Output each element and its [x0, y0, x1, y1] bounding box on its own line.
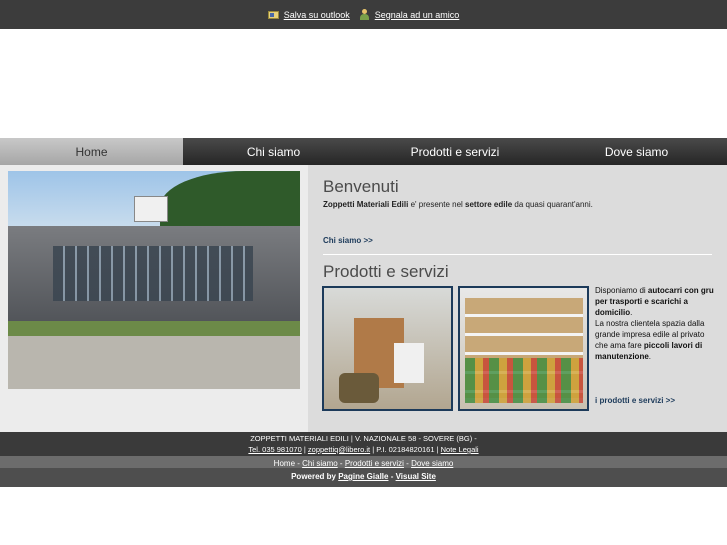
- footer-address: ZOPPETTI MATERIALI EDILI | V. NAZIONALE …: [250, 434, 477, 443]
- info-panel: Benvenuti Zoppetti Materiali Edili e' pr…: [308, 165, 727, 432]
- store-photo: [8, 171, 300, 389]
- welcome-text: Zoppetti Materiali Edili e' presente nel…: [323, 200, 593, 209]
- nav-home[interactable]: Home: [0, 138, 183, 165]
- footer-nav-prod[interactable]: Prodotti e servizi: [345, 459, 404, 468]
- photo-windows: [53, 246, 253, 301]
- friend-icon: [359, 9, 370, 20]
- prodotti-servizi-link[interactable]: i prodotti e servizi >>: [595, 396, 675, 405]
- outlook-icon: [267, 10, 279, 19]
- company-name: Zoppetti Materiali Edili: [323, 200, 409, 209]
- photo-ground: [8, 336, 300, 389]
- photo-products: [465, 358, 583, 403]
- products-p2-end: .: [648, 352, 652, 361]
- footer-legal-link[interactable]: Note Legali: [441, 445, 479, 454]
- products-p1-end: .: [630, 308, 633, 317]
- welcome-heading: Benvenuti: [323, 177, 399, 196]
- nav-chi-siamo[interactable]: Chi siamo: [183, 138, 364, 165]
- footer-tel-link[interactable]: Tel. 035 981070: [248, 445, 301, 454]
- footer-contacts: Tel. 035 981070 | zoppettiq@libero.it | …: [0, 444, 727, 455]
- footer-email-link[interactable]: zoppettiq@libero.it: [308, 445, 370, 454]
- visual-site-link[interactable]: Visual Site: [396, 472, 436, 481]
- footer-nav-chi[interactable]: Chi siamo: [302, 459, 338, 468]
- footer-nav-sep-2: -: [337, 459, 345, 468]
- powered-by-label: Powered by: [291, 472, 339, 481]
- nav-prodotti-servizi[interactable]: Prodotti e servizi: [364, 138, 546, 165]
- footer-nav: Home - Chi siamo - Prodotti e servizi - …: [0, 456, 727, 487]
- footer-piva: | P.I. 02184820161 |: [370, 445, 441, 454]
- products-photo-2[interactable]: [458, 286, 589, 411]
- save-outlook-label: Salva su outlook: [283, 9, 350, 20]
- photo-sign: [134, 196, 168, 222]
- footer-info: ZOPPETTI MATERIALI EDILI | V. NAZIONALE …: [0, 432, 727, 456]
- recommend-friend-link[interactable]: Segnala ad un amico: [359, 9, 460, 20]
- products-p1-intro: Disponiamo di: [595, 286, 648, 295]
- products-description: Disponiamo di autocarri con gru per tras…: [595, 285, 715, 362]
- powered-by: Powered by Pagine Gialle - Visual Site: [0, 472, 727, 481]
- save-outlook-link[interactable]: Salva su outlook: [267, 9, 350, 20]
- photo-hill: [160, 171, 300, 231]
- top-bar: Salva su outlook Segnala ad un amico: [0, 0, 727, 29]
- photo-gloves: [394, 343, 424, 383]
- pagine-gialle-link[interactable]: Pagine Gialle: [338, 472, 388, 481]
- footer-nav-home[interactable]: Home: [274, 459, 295, 468]
- footer-nav-sep-3: -: [403, 459, 412, 468]
- powered-dash: -: [388, 472, 396, 481]
- recommend-friend-label: Segnala ad un amico: [374, 9, 460, 20]
- divider: [323, 254, 712, 255]
- welcome-text-mid: e' presente nel: [408, 200, 466, 209]
- photo-boots: [339, 373, 379, 403]
- products-photo-1[interactable]: [322, 286, 453, 411]
- photo-grass: [8, 321, 300, 337]
- nav-dove-siamo[interactable]: Dove siamo: [546, 138, 727, 165]
- footer-nav-dove[interactable]: Dove siamo: [411, 459, 453, 468]
- chi-siamo-link[interactable]: Chi siamo >>: [323, 236, 373, 245]
- welcome-text-end: da quasi quarant'anni.: [512, 200, 593, 209]
- products-heading: Prodotti e servizi: [323, 262, 449, 281]
- main-nav: Home Chi siamo Prodotti e servizi Dove s…: [0, 138, 727, 165]
- sector-name: settore edile: [465, 200, 513, 209]
- main-content: Benvenuti Zoppetti Materiali Edili e' pr…: [0, 165, 727, 432]
